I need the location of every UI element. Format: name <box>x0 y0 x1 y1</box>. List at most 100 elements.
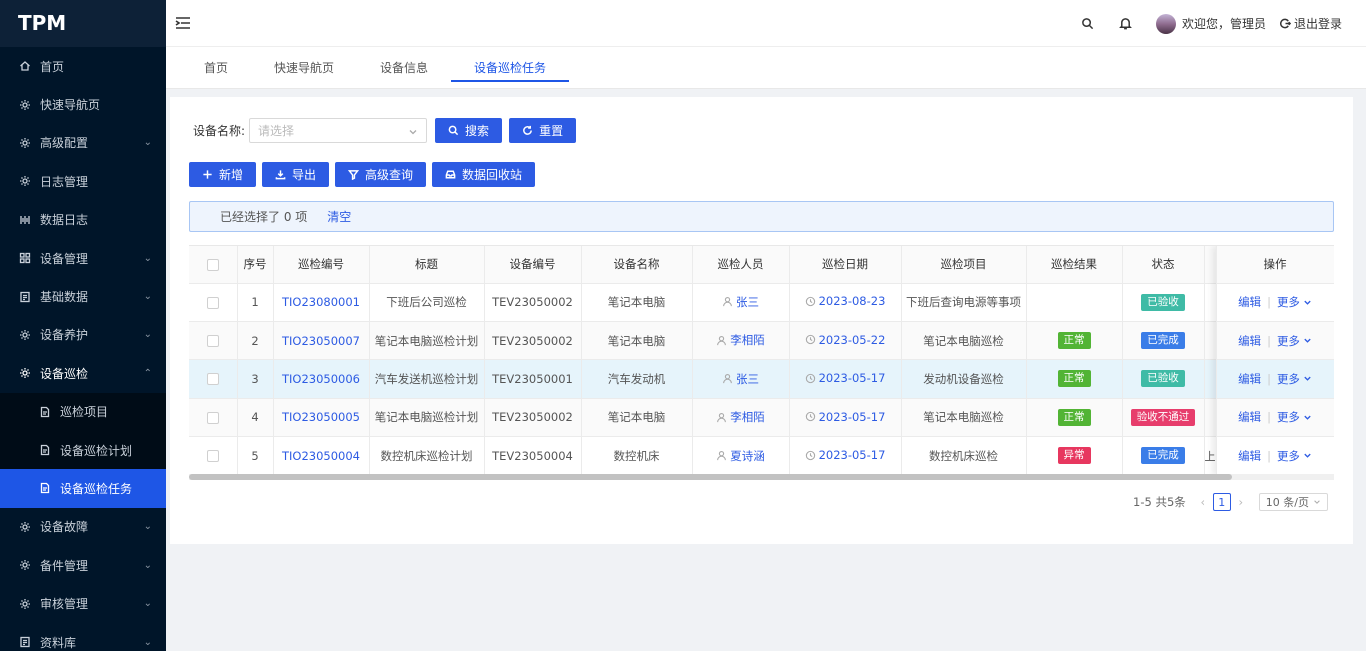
more-link[interactable]: 更多 <box>1277 333 1300 349</box>
clear-selection-link[interactable]: 清空 <box>327 208 351 225</box>
sidebar-item[interactable]: 首页 <box>0 47 166 85</box>
device-code-cell: TEV23050001 <box>484 359 582 399</box>
inspection-code-link[interactable]: TIO23080001 <box>282 295 360 309</box>
row-checkbox[interactable] <box>206 335 219 348</box>
tab-quick-nav[interactable]: 快速导航页 <box>251 47 357 88</box>
inspector-cell: 张三 <box>692 359 790 399</box>
sidebar-item[interactable]: 资料库 ⌄ <box>0 623 166 651</box>
edit-link[interactable]: 编辑 <box>1238 333 1261 349</box>
more-link[interactable]: 更多 <box>1277 371 1300 387</box>
date-value: 2023-05-22 <box>818 332 886 347</box>
search-icon[interactable] <box>1080 16 1096 32</box>
select-all-checkbox[interactable] <box>206 258 219 271</box>
table-row[interactable]: 4 TIO23050005 笔记本电脑巡检计划 TEV23050002 笔记本电脑 李相陌… <box>189 398 1334 438</box>
table-row[interactable]: 2 TIO23050007 笔记本电脑巡检计划 TEV23050002 笔记本电脑 李相陌… <box>189 321 1334 361</box>
submenu-item-label: 巡检项目 <box>60 405 109 420</box>
sidebar-item[interactable]: 基础数据 ⌄ <box>0 277 166 315</box>
sidebar-item[interactable]: 快速导航页 <box>0 85 166 123</box>
gear-icon <box>18 174 32 188</box>
export-button[interactable]: 导出 <box>262 162 330 187</box>
bell-icon[interactable] <box>1118 16 1134 32</box>
row-checkbox[interactable] <box>206 450 219 463</box>
table-row[interactable]: 3 TIO23050006 汽车发送机巡检计划 TEV23050001 汽车发动机 张三 2… <box>189 359 1334 399</box>
inspection-code-link[interactable]: TIO23050007 <box>282 334 360 348</box>
hidden-cell <box>1204 359 1217 399</box>
row-checkbox[interactable] <box>206 411 219 424</box>
hidden-column-header <box>1204 246 1217 284</box>
device-name-select[interactable]: 请选择 <box>249 118 428 143</box>
scrollbar-thumb[interactable] <box>189 474 1232 480</box>
inspection-table: 序号 巡检编号 标题 设备编号 设备名称 巡检人员 巡检日期 巡检项目 巡检结果… <box>189 245 1334 475</box>
sidebar-item[interactable]: 高级配置 ⌄ <box>0 124 166 162</box>
edit-link[interactable]: 编辑 <box>1238 294 1261 310</box>
table-row[interactable]: 1 TIO23080001 下班后公司巡检 TEV23050002 笔记本电脑 张三 202… <box>189 283 1334 322</box>
edit-link[interactable]: 编辑 <box>1238 448 1261 464</box>
logout-button[interactable]: 退出登录 <box>1280 15 1342 32</box>
device-name-cell: 笔记本电脑 <box>581 398 693 438</box>
code-cell: TIO23050004 <box>273 436 370 475</box>
sidebar-item[interactable]: 备件管理 ⌄ <box>0 546 166 584</box>
date-value: 2023-08-23 <box>818 294 886 309</box>
search-button-label: 搜索 <box>465 124 490 138</box>
gear-icon <box>18 98 32 112</box>
row-checkbox[interactable] <box>206 373 219 386</box>
submenu-item[interactable]: 设备巡检计划 <box>0 431 166 469</box>
more-link[interactable]: 更多 <box>1277 294 1300 310</box>
action-divider: | <box>1267 410 1271 425</box>
row-select-cell <box>189 359 238 399</box>
horizontal-scrollbar[interactable] <box>189 474 1334 480</box>
inspection-code-link[interactable]: TIO23050006 <box>282 372 360 386</box>
advanced-query-button[interactable]: 高级查询 <box>335 162 427 187</box>
sidebar-item[interactable]: 数据日志 <box>0 201 166 239</box>
export-button-label: 导出 <box>292 168 317 182</box>
page-size-select[interactable]: 10 条/页 <box>1258 493 1328 511</box>
project-cell: 发动机设备巡检 <box>901 359 1027 399</box>
edit-link[interactable]: 编辑 <box>1238 371 1261 387</box>
result-cell: 正常 <box>1026 398 1123 438</box>
sidebar-item[interactable]: 审核管理 ⌄ <box>0 584 166 622</box>
device-code-cell: TEV23050002 <box>484 321 582 361</box>
home-icon <box>18 59 32 73</box>
sidebar-item-label: 设备管理 <box>40 251 89 266</box>
search-button[interactable]: 搜索 <box>435 118 503 143</box>
sidebar-item[interactable]: 设备巡检 ⌃ <box>0 354 166 392</box>
submenu-item[interactable]: 设备巡检任务 <box>0 469 166 508</box>
next-page-icon[interactable]: › <box>1234 495 1248 509</box>
tab-inspection-task[interactable]: 设备巡检任务 <box>451 47 570 88</box>
result-badge: 正常 <box>1057 408 1091 426</box>
column-header: 状态 <box>1122 246 1205 284</box>
row-actions: 编辑 | 更多 <box>1238 409 1312 425</box>
action-divider: | <box>1267 371 1271 386</box>
more-link[interactable]: 更多 <box>1277 409 1300 425</box>
inspection-code-link[interactable]: TIO23050004 <box>282 449 360 463</box>
table-row[interactable]: 5 TIO23050004 数控机床巡检计划 TEV23050004 数控机床 夏诗涵 20… <box>189 436 1334 475</box>
page-number[interactable]: 1 <box>1212 493 1231 511</box>
submenu-item[interactable]: 巡检项目 <box>0 393 166 431</box>
sidebar-item[interactable]: 设备管理 ⌄ <box>0 239 166 277</box>
menu-fold-icon[interactable] <box>174 14 192 32</box>
avatar[interactable] <box>1155 13 1176 34</box>
more-link[interactable]: 更多 <box>1277 448 1300 464</box>
row-checkbox[interactable] <box>206 296 219 309</box>
sidebar-item[interactable]: 设备故障 ⌄ <box>0 508 166 546</box>
sidebar-item-label: 审核管理 <box>40 597 89 612</box>
chevron-icon: ⌄ <box>143 521 152 533</box>
sidebar-item-label: 数据日志 <box>40 213 89 228</box>
hidden-cell <box>1204 283 1217 322</box>
sidebar-item[interactable]: 设备养护 ⌄ <box>0 316 166 354</box>
tab-home[interactable]: 首页 <box>181 47 251 88</box>
gear-icon <box>18 597 32 611</box>
prev-page-icon[interactable]: ‹ <box>1196 495 1210 509</box>
add-button[interactable]: 新增 <box>189 162 257 187</box>
status-badge: 已完成 <box>1141 447 1185 465</box>
recycle-bin-button[interactable]: 数据回收站 <box>432 162 536 187</box>
inspection-date: 2023-08-23 <box>805 294 886 309</box>
sidebar-item[interactable]: 日志管理 <box>0 162 166 200</box>
edit-link[interactable]: 编辑 <box>1238 409 1261 425</box>
inspection-date: 2023-05-22 <box>805 332 886 347</box>
reset-button[interactable]: 重置 <box>509 118 577 143</box>
plus-icon <box>203 170 212 179</box>
status-badge: 已验收 <box>1141 293 1185 311</box>
tab-device-info[interactable]: 设备信息 <box>357 47 451 88</box>
inspection-code-link[interactable]: TIO23050005 <box>282 410 360 424</box>
